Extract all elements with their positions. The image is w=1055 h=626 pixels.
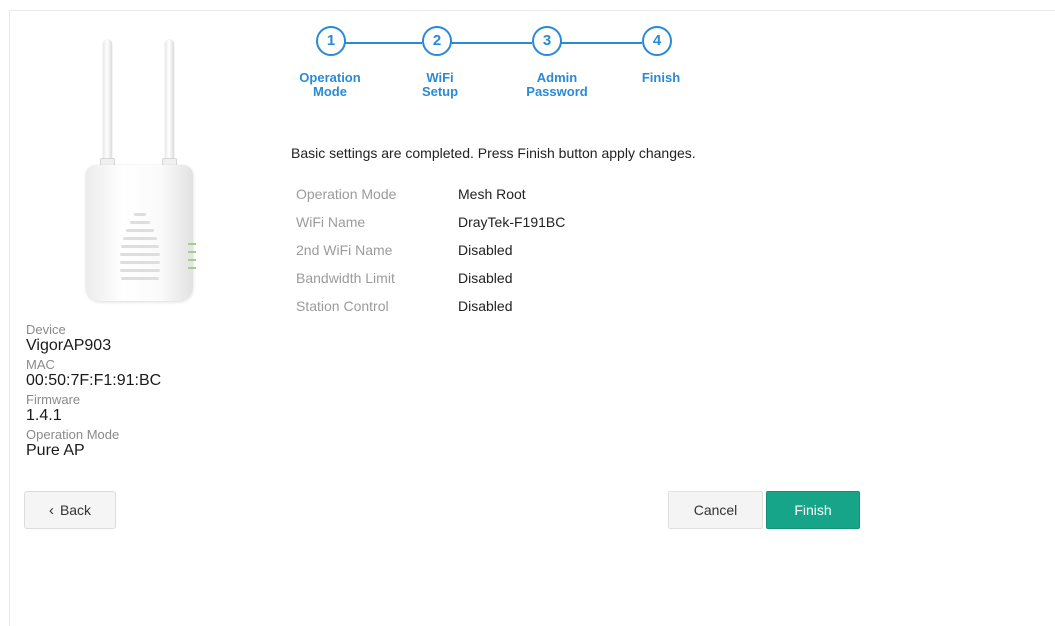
step-4-circle: 4	[642, 26, 672, 56]
summary-row: WiFi Name DrayTek-F191BC	[296, 208, 565, 236]
finish-button-label: Finish	[794, 502, 832, 518]
summary-row: 2nd WiFi Name Disabled	[296, 236, 565, 264]
status-led	[188, 267, 196, 269]
device-body	[86, 165, 196, 301]
summary-row: Operation Mode Mesh Root	[296, 180, 565, 208]
step-2-circle: 2	[422, 26, 452, 56]
summary-value: Disabled	[458, 298, 513, 314]
device-info-panel: Device VigorAP903 MAC 00:50:7F:F1:91:BC …	[26, 322, 161, 462]
status-led	[188, 259, 196, 261]
summary-value: Mesh Root	[458, 186, 526, 202]
status-led	[188, 251, 196, 253]
back-button[interactable]: ‹ Back	[24, 491, 116, 529]
step-connector	[560, 42, 642, 44]
step-1-label: Operation Mode	[299, 70, 361, 99]
device-label: Device	[26, 322, 66, 337]
summary-key: Station Control	[296, 298, 389, 314]
cancel-button-label: Cancel	[693, 502, 738, 518]
status-led	[188, 243, 196, 245]
device-value: VigorAP903	[26, 337, 112, 354]
step-4-label: Finish	[641, 70, 681, 85]
mac-value: 00:50:7F:F1:91:BC	[26, 372, 162, 389]
operation-mode-label: Operation Mode	[26, 427, 120, 442]
chevron-left-icon: ‹	[48, 502, 54, 519]
mac-label: MAC	[26, 357, 55, 372]
finish-button[interactable]: Finish	[766, 491, 860, 529]
access-point-device-image	[80, 40, 200, 305]
antenna-right	[165, 40, 174, 170]
firmware-label: Firmware	[26, 392, 81, 407]
summary-key: Bandwidth Limit	[296, 270, 395, 286]
summary-key: WiFi Name	[296, 214, 366, 230]
step-3-label: Admin Password	[526, 70, 588, 99]
step-2-label: WiFi Setup	[421, 70, 459, 99]
step-1-circle: 1	[316, 26, 346, 56]
antenna-left	[103, 40, 112, 170]
summary-row: Bandwidth Limit Disabled	[296, 264, 565, 292]
firmware-value: 1.4.1	[26, 407, 62, 424]
operation-mode-value: Pure AP	[26, 442, 85, 459]
summary-key: 2nd WiFi Name	[296, 242, 393, 258]
settings-summary-table: Operation Mode Mesh Root WiFi Name DrayT…	[296, 180, 565, 320]
completion-message: Basic settings are completed. Press Fini…	[291, 145, 696, 161]
summary-value: Disabled	[458, 242, 513, 258]
step-connector	[344, 42, 422, 44]
step-connector	[450, 42, 532, 44]
step-3-circle: 3	[532, 26, 562, 56]
back-button-label: Back	[59, 502, 92, 518]
summary-key: Operation Mode	[296, 186, 397, 202]
summary-value: DrayTek-F191BC	[458, 214, 566, 230]
cancel-button[interactable]: Cancel	[668, 491, 763, 529]
summary-value: Disabled	[458, 270, 513, 286]
summary-row: Station Control Disabled	[296, 292, 565, 320]
